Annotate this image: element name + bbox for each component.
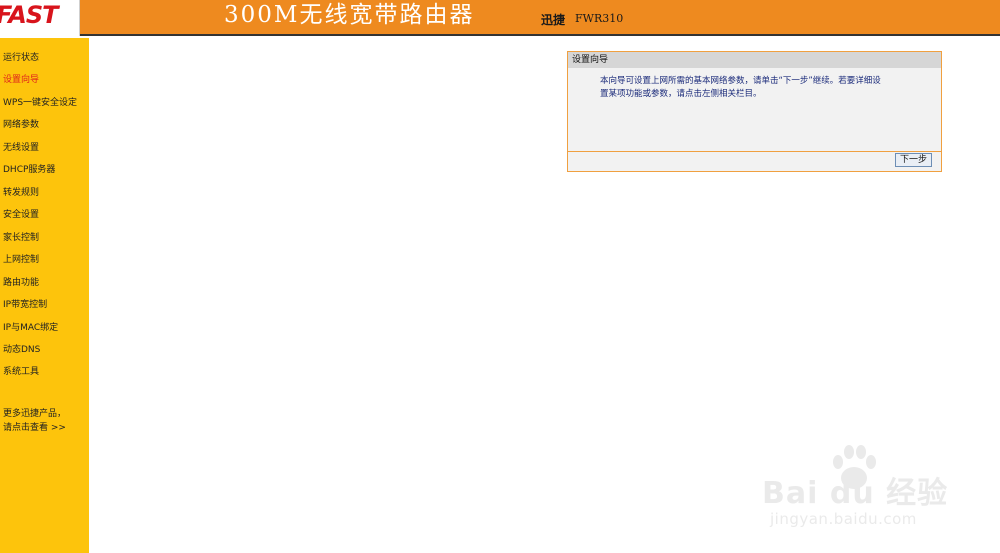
sidebar-item-system-tools[interactable]: 系统工具 bbox=[3, 364, 39, 377]
fast-logo-text: FAST bbox=[0, 1, 59, 29]
panel-title: 设置向导 bbox=[568, 52, 941, 68]
watermark-url: jingyan.baidu.com bbox=[770, 510, 917, 528]
sidebar-item-bandwidth[interactable]: IP带宽控制 bbox=[3, 297, 47, 310]
sidebar-item-parental-control[interactable]: 家长控制 bbox=[3, 230, 39, 243]
model-number: FWR310 bbox=[575, 12, 624, 25]
sidebar-item-access-control[interactable]: 上网控制 bbox=[3, 252, 39, 265]
wizard-text-line-2: 置某项功能或参数，请点击左侧相关栏目。 bbox=[600, 89, 762, 99]
sidebar-menu: 运行状态 设置向导 WPS一键安全设定 网络参数 无线设置 DHCP服务器 转发… bbox=[0, 38, 89, 553]
setup-wizard-panel: 设置向导 本向导可设置上网所需的基本网络参数，请单击“下一步”继续。若要详细设 … bbox=[567, 51, 942, 172]
sidebar-item-security[interactable]: 安全设置 bbox=[3, 207, 39, 220]
wizard-text-line-1: 本向导可设置上网所需的基本网络参数，请单击“下一步”继续。若要详细设 bbox=[600, 76, 881, 86]
sidebar-item-setup-wizard[interactable]: 设置向导 bbox=[3, 72, 39, 85]
wizard-description: 本向导可设置上网所需的基本网络参数，请单击“下一步”继续。若要详细设 置某项功能… bbox=[568, 68, 941, 152]
watermark-text: Bai du 经验 bbox=[762, 476, 949, 511]
sidebar-item-ddns[interactable]: 动态DNS bbox=[3, 342, 40, 355]
logo: FAST bbox=[0, 0, 80, 36]
sidebar-item-status[interactable]: 运行状态 bbox=[3, 50, 39, 63]
promo-line-2: 请点击查看 >> bbox=[3, 423, 66, 433]
sidebar-item-network[interactable]: 网络参数 bbox=[3, 117, 39, 130]
top-banner: FAST 300M无线宽带路由器 迅捷 FWR310 bbox=[0, 0, 1000, 36]
panel-footer: 下一步 bbox=[568, 152, 941, 171]
sidebar-item-wireless[interactable]: 无线设置 bbox=[3, 140, 39, 153]
promo-line-1: 更多迅捷产品， bbox=[3, 409, 67, 419]
sidebar-item-ip-mac-binding[interactable]: IP与MAC绑定 bbox=[3, 320, 58, 333]
brand-name: 迅捷 bbox=[541, 13, 566, 27]
sidebar-item-routing[interactable]: 路由功能 bbox=[3, 275, 39, 288]
sidebar-item-forwarding[interactable]: 转发规则 bbox=[3, 185, 39, 198]
sidebar-item-dhcp[interactable]: DHCP服务器 bbox=[3, 162, 55, 175]
next-button[interactable]: 下一步 bbox=[895, 153, 932, 167]
baidu-watermark: Bai du 经验 jingyan.baidu.com bbox=[762, 440, 952, 530]
product-title: 300M无线宽带路由器 bbox=[224, 2, 475, 28]
sidebar-item-wps[interactable]: WPS一键安全设定 bbox=[3, 95, 77, 108]
more-products-link[interactable]: 更多迅捷产品， 请点击查看 >> bbox=[3, 407, 66, 435]
